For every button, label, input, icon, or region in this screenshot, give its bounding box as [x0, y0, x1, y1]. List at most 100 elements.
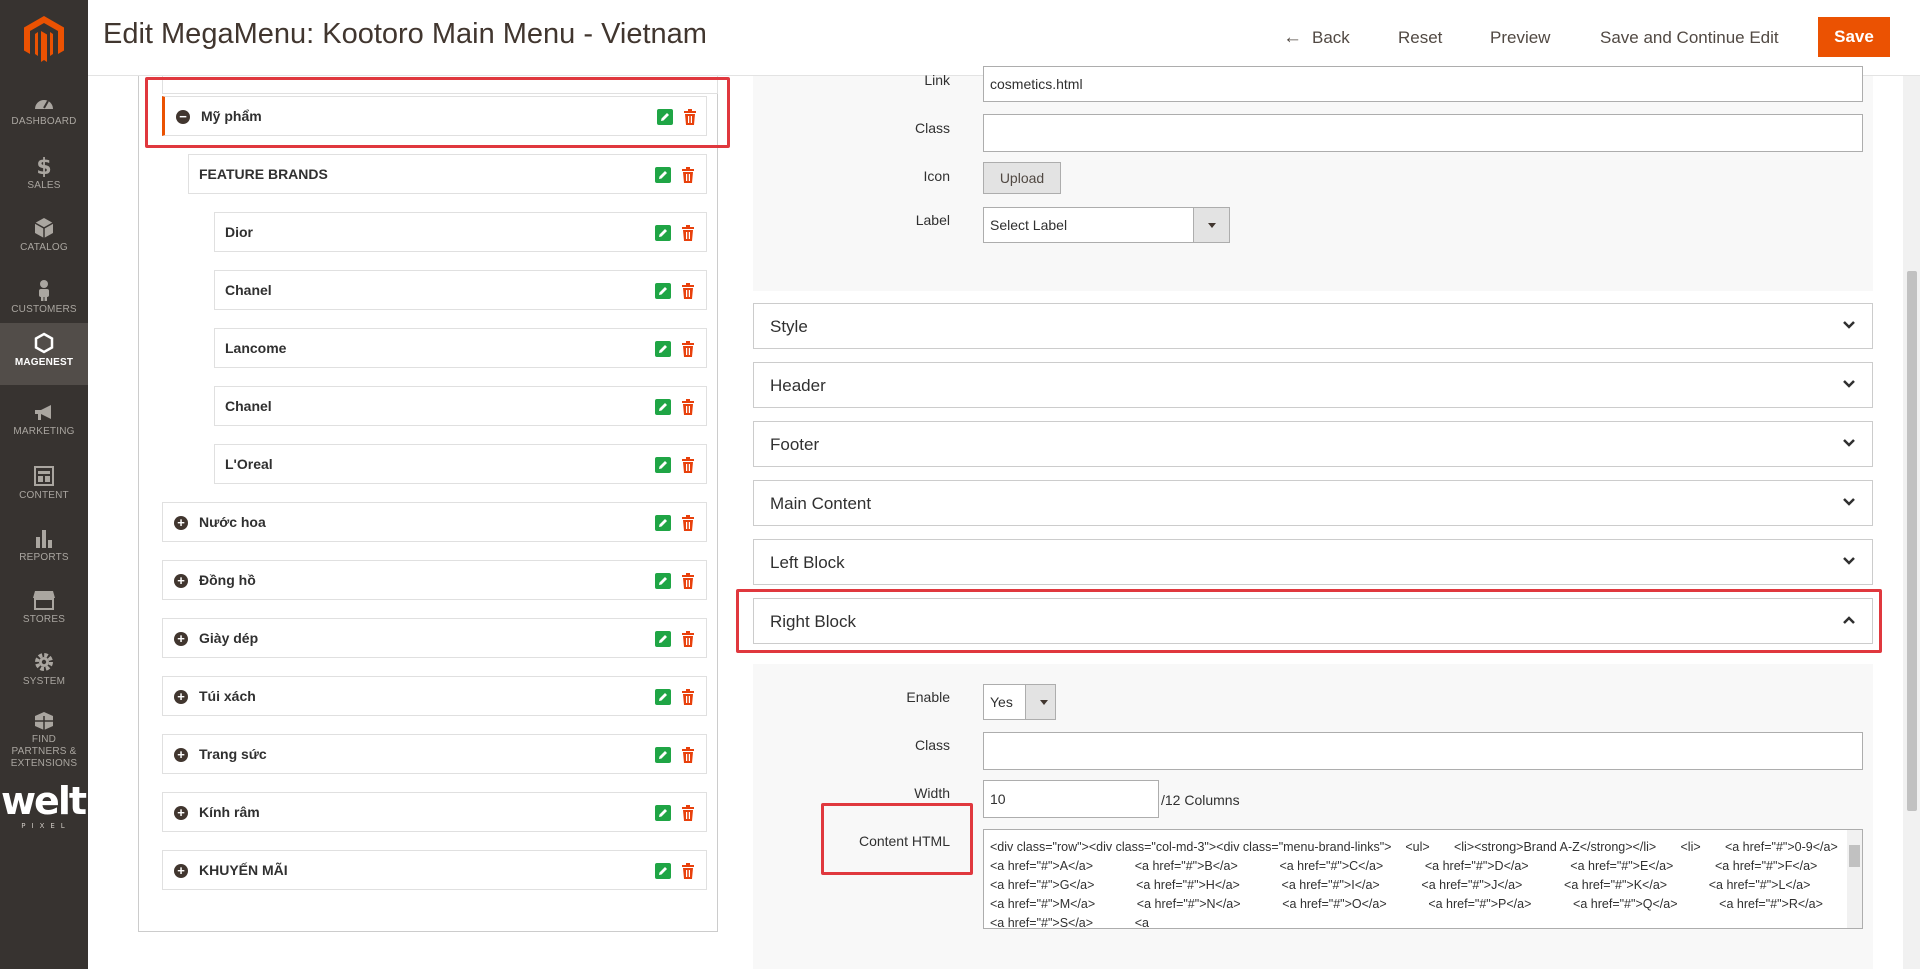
section-header[interactable]: Header	[753, 362, 1873, 408]
edit-icon[interactable]	[655, 515, 671, 531]
upload-button[interactable]: Upload	[983, 162, 1061, 194]
tree-item[interactable]: + KHUYẾN MÃI	[162, 850, 707, 890]
content-html-textarea[interactable]: <div class="row"><div class="col-md-3"><…	[983, 829, 1863, 929]
width-input[interactable]: 10	[983, 780, 1159, 818]
tree-item[interactable]: + Đồng hồ	[162, 560, 707, 600]
width-suffix: /12 Columns	[1161, 792, 1240, 808]
dollar-icon: $	[36, 155, 51, 177]
enable-select-value: Yes	[990, 694, 1013, 710]
width-label: Width	[914, 785, 950, 801]
label-select[interactable]: Select Label	[983, 207, 1230, 243]
highlight-box	[145, 77, 730, 148]
trash-icon[interactable]	[681, 341, 695, 357]
nav-reports[interactable]: REPORTS	[0, 518, 88, 580]
nav-label: MAGENEST	[14, 357, 74, 368]
back-button[interactable]: ← Back	[1283, 22, 1350, 54]
class-input[interactable]	[983, 114, 1863, 152]
preview-button[interactable]: Preview	[1490, 22, 1550, 54]
edit-icon[interactable]	[655, 863, 671, 879]
edit-icon[interactable]	[655, 457, 671, 473]
trash-icon[interactable]	[681, 573, 695, 589]
section-title: Style	[770, 317, 808, 336]
trash-icon[interactable]	[681, 805, 695, 821]
tree-item-label: Đồng hồ	[199, 572, 256, 588]
expand-icon[interactable]: +	[174, 632, 188, 646]
nav-magenest[interactable]: MAGENEST	[0, 323, 88, 385]
nav-find-partners[interactable]: FIND PARTNERS & EXTENSIONS	[0, 702, 88, 769]
nav-stores[interactable]: STORES	[0, 580, 88, 642]
trash-icon[interactable]	[681, 689, 695, 705]
hexagon-icon	[34, 332, 54, 354]
edit-icon[interactable]	[655, 805, 671, 821]
bar-chart-icon	[36, 530, 52, 548]
expand-icon[interactable]: +	[174, 574, 188, 588]
expand-icon[interactable]: +	[174, 516, 188, 530]
enable-select[interactable]: Yes	[983, 684, 1056, 720]
nav-sales[interactable]: $ SALES	[0, 146, 88, 208]
edit-icon[interactable]	[655, 689, 671, 705]
link-input[interactable]: cosmetics.html	[983, 66, 1863, 102]
megaphone-icon	[35, 405, 51, 420]
tree-item[interactable]: + Nước hoa	[162, 502, 707, 542]
expand-icon[interactable]: +	[174, 806, 188, 820]
nav-system[interactable]: SYSTEM	[0, 642, 88, 704]
tree-item[interactable]: Chanel	[214, 386, 707, 426]
reset-button[interactable]: Reset	[1398, 22, 1442, 54]
tree-item[interactable]: Dior	[214, 212, 707, 252]
magento-logo-icon[interactable]	[24, 16, 64, 62]
trash-icon[interactable]	[681, 167, 695, 183]
edit-icon[interactable]	[655, 399, 671, 415]
save-and-continue-button[interactable]: Save and Continue Edit	[1600, 22, 1779, 54]
label-select-value: Select Label	[990, 217, 1068, 233]
admin-sidebar: DASHBOARD $ SALES CATALOG CUSTOMERS MAGE…	[0, 0, 89, 969]
edit-icon[interactable]	[655, 167, 671, 183]
right-class-input[interactable]	[983, 732, 1863, 770]
page-header: Edit MegaMenu: Kootoro Main Menu - Vietn…	[88, 0, 1920, 76]
tree-item[interactable]: + Trang sức	[162, 734, 707, 774]
tree-item-label: FEATURE BRANDS	[199, 166, 328, 182]
right-class-label: Class	[914, 737, 950, 753]
trash-icon[interactable]	[681, 283, 695, 299]
page-scroll-thumb[interactable]	[1907, 271, 1917, 811]
tree-item[interactable]: L'Oreal	[214, 444, 707, 484]
trash-icon[interactable]	[681, 515, 695, 531]
edit-icon[interactable]	[655, 225, 671, 241]
edit-icon[interactable]	[655, 631, 671, 647]
highlight-box	[821, 803, 973, 875]
tree-item[interactable]: Chanel	[214, 270, 707, 310]
expand-icon[interactable]: +	[174, 864, 188, 878]
section-left-block[interactable]: Left Block	[753, 539, 1873, 585]
trash-icon[interactable]	[681, 631, 695, 647]
section-main-content[interactable]: Main Content	[753, 480, 1873, 526]
tree-item[interactable]: + Túi xách	[162, 676, 707, 716]
trash-icon[interactable]	[681, 399, 695, 415]
chevron-down-icon	[1025, 685, 1055, 719]
save-button[interactable]: Save	[1818, 17, 1890, 57]
tree-item[interactable]: Lancome	[214, 328, 707, 368]
nav-content[interactable]: CONTENT	[0, 456, 88, 518]
storefront-icon	[33, 591, 55, 610]
edit-icon[interactable]	[655, 747, 671, 763]
trash-icon[interactable]	[681, 863, 695, 879]
tree-item-label: Kính râm	[199, 804, 260, 820]
tree-item[interactable]: FEATURE BRANDS	[188, 154, 707, 194]
textarea-scrollbar[interactable]	[1847, 830, 1862, 928]
trash-icon[interactable]	[681, 225, 695, 241]
icon-label: Icon	[923, 168, 950, 184]
nav-marketing[interactable]: MARKETING	[0, 394, 88, 456]
nav-catalog[interactable]: CATALOG	[0, 208, 88, 270]
tree-item[interactable]: + Kính râm	[162, 792, 707, 832]
edit-icon[interactable]	[655, 283, 671, 299]
nav-dashboard[interactable]: DASHBOARD	[0, 84, 88, 146]
section-style[interactable]: Style	[753, 303, 1873, 349]
expand-icon[interactable]: +	[174, 748, 188, 762]
section-footer[interactable]: Footer	[753, 421, 1873, 467]
tree-item[interactable]: + Giày dép	[162, 618, 707, 658]
page-scrollbar[interactable]	[1903, 76, 1920, 969]
edit-icon[interactable]	[655, 341, 671, 357]
textarea-scroll-thumb[interactable]	[1849, 845, 1860, 867]
edit-icon[interactable]	[655, 573, 671, 589]
expand-icon[interactable]: +	[174, 690, 188, 704]
trash-icon[interactable]	[681, 457, 695, 473]
trash-icon[interactable]	[681, 747, 695, 763]
